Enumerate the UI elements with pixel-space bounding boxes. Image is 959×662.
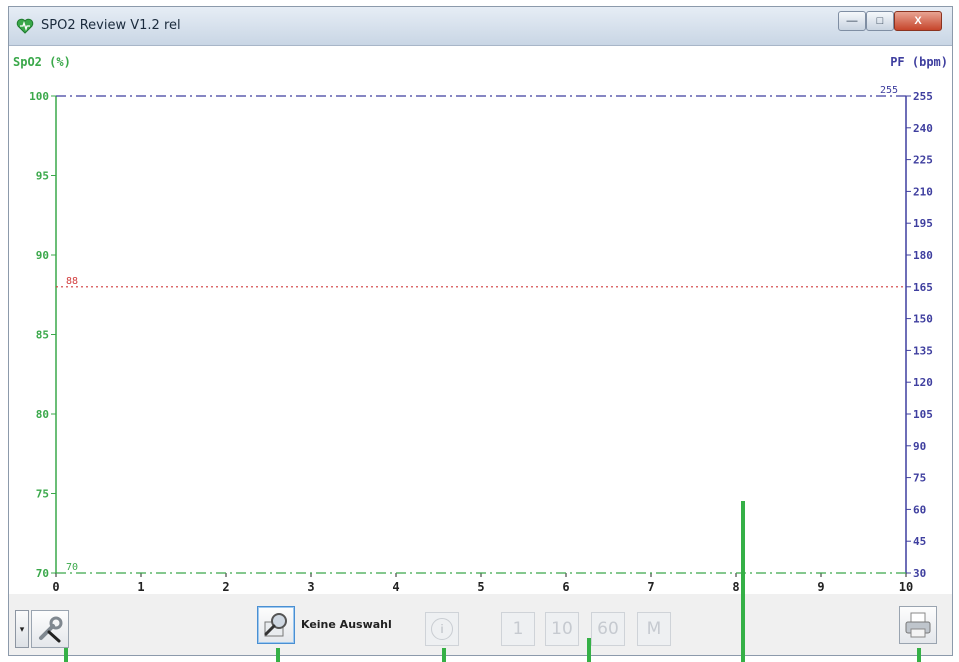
window-title: SPO2 Review V1.2 rel [41, 18, 181, 33]
x-tick-label: 1 [137, 580, 144, 594]
right-tick-label: 120 [913, 376, 933, 389]
scale-1-button[interactable]: 1 [501, 612, 535, 646]
app-window: SPO2 Review V1.2 rel — □ X SpO2 (%) PF (b… [8, 6, 953, 656]
close-button[interactable]: X [894, 11, 942, 31]
x-tick-label: 6 [562, 580, 569, 594]
info-icon: i [431, 618, 453, 640]
heart-icon [16, 18, 34, 34]
settings-button[interactable] [31, 610, 69, 648]
right-tick-label: 105 [913, 408, 933, 421]
right-tick-label: 195 [913, 217, 933, 230]
close-icon: X [914, 15, 922, 27]
right-tick-label: 75 [913, 472, 926, 485]
right-tick-label: 255 [913, 90, 933, 103]
magnifier-icon [264, 613, 287, 637]
menu-dropdown[interactable]: ▾ [15, 610, 29, 648]
reference-line-label: 88 [66, 276, 78, 287]
right-tick-label: 60 [913, 503, 926, 516]
callout-marker [587, 638, 591, 662]
callout-marker [442, 648, 446, 662]
left-tick-label: 90 [36, 249, 49, 262]
x-tick-label: 0 [52, 580, 59, 594]
left-tick-label: 80 [36, 408, 49, 421]
x-tick-label: 10 [899, 580, 913, 594]
zoom-select-button[interactable] [257, 606, 295, 644]
x-tick-label: 2 [222, 580, 229, 594]
print-button[interactable] [899, 606, 937, 644]
left-tick-label: 75 [36, 488, 49, 501]
right-tick-label: 30 [913, 567, 926, 580]
scale-60-label: 60 [597, 619, 619, 639]
scale-m-button[interactable]: M [637, 612, 671, 646]
right-tick-label: 210 [913, 185, 933, 198]
right-axis-label: PF (bpm) [890, 55, 948, 69]
maximize-button[interactable]: □ [866, 11, 894, 31]
scale-m-label: M [646, 619, 662, 639]
callout-marker [741, 501, 745, 662]
reference-line-label: 70 [66, 562, 78, 573]
x-tick-label: 8 [732, 580, 739, 594]
callout-marker [276, 648, 280, 662]
left-tick-label: 95 [36, 170, 49, 183]
scale-60-button[interactable]: 60 [591, 612, 625, 646]
x-tick-label: 9 [817, 580, 824, 594]
scale-10-button[interactable]: 10 [545, 612, 579, 646]
right-tick-label: 225 [913, 154, 933, 167]
maximize-icon: □ [876, 15, 884, 27]
right-tick-label: 150 [913, 313, 933, 326]
right-tick-label: 135 [913, 344, 933, 357]
right-tick-label: 45 [913, 535, 926, 548]
minimize-button[interactable]: — [838, 11, 866, 31]
right-tick-label: 180 [913, 249, 933, 262]
callout-marker [64, 648, 68, 662]
callout-marker [917, 648, 921, 662]
right-tick-label: 90 [913, 440, 926, 453]
plot-area[interactable]: SpO2 (%) PF (bpm) 70 75 80 85 90 95 100 30 45 60 75 9… [9, 46, 952, 594]
toolbar: ▾ Keine Auswahl i 1 10 60 M [9, 594, 952, 655]
left-tick-label: 100 [29, 90, 49, 103]
chevron-down-icon: ▾ [19, 623, 25, 634]
x-tick-label: 4 [392, 580, 399, 594]
left-tick-label: 85 [36, 329, 49, 342]
left-tick-label: 70 [36, 567, 49, 580]
right-tick-label: 240 [913, 122, 933, 135]
info-button[interactable]: i [425, 612, 459, 646]
selection-status: Keine Auswahl [301, 618, 392, 631]
printer-icon [905, 612, 931, 638]
title-bar: SPO2 Review V1.2 rel — □ X [9, 7, 952, 46]
scale-10-label: 10 [551, 619, 573, 639]
spo2-chart[interactable]: SpO2 (%) PF (bpm)707580859095100304560759… [9, 46, 952, 594]
scale-1-label: 1 [512, 619, 524, 639]
tools-icon [39, 616, 63, 643]
x-tick-label: 5 [477, 580, 484, 594]
left-axis-label: SpO2 (%) [13, 55, 71, 69]
minimize-icon: — [846, 15, 858, 27]
x-tick-label: 3 [307, 580, 314, 594]
x-tick-label: 7 [647, 580, 654, 594]
reference-line-label: 255 [880, 85, 898, 96]
right-tick-label: 165 [913, 281, 933, 294]
